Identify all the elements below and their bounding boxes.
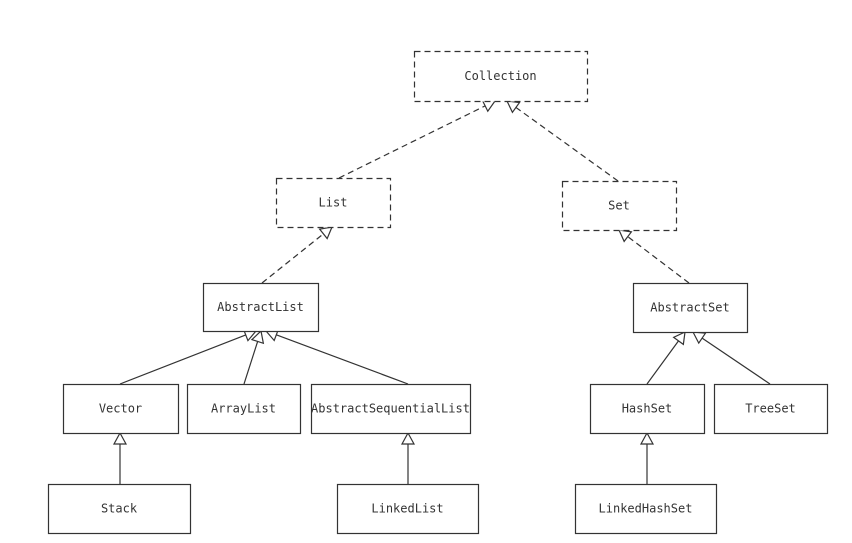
edge-stack-to-vector (112, 431, 128, 484)
edge-list-to-collection (338, 99, 497, 179)
node-linkedlist[interactable]: LinkedList (336, 483, 480, 535)
edge-abstractlist-to-list (261, 226, 333, 284)
node-label: LinkedHashSet (599, 502, 693, 516)
node-label: LinkedList (371, 502, 443, 516)
hollow-triangle-arrowhead-icon (618, 229, 633, 243)
solid-connector-line (276, 334, 409, 385)
edge-treeset-to-abstractset (691, 331, 771, 385)
solid-connector-line (119, 334, 246, 385)
node-arraylist[interactable]: ArrayList (186, 383, 302, 435)
node-hashset[interactable]: HashSet (589, 383, 706, 435)
node-abstractset[interactable]: AbstractSet (632, 282, 749, 334)
node-label: TreeSet (745, 402, 796, 416)
node-label: AbstractSet (650, 301, 729, 315)
node-list[interactable]: List (275, 177, 392, 229)
dashed-connector-line (515, 106, 619, 182)
node-label: List (319, 196, 348, 210)
hollow-triangle-arrowhead-icon (400, 431, 416, 445)
hollow-triangle-arrowhead-icon (672, 330, 686, 346)
class-hierarchy-diagram: Collection List Set AbstractList AbstractSet… (47, 50, 829, 535)
dashed-connector-line (261, 233, 324, 284)
edge-linkedlist-to-abstractsequentiallist (400, 431, 416, 484)
solid-connector-line (701, 337, 771, 385)
node-label: Stack (101, 502, 138, 516)
hollow-triangle-arrowhead-icon (691, 331, 707, 345)
solid-connector-line (243, 341, 259, 385)
node-label: Vector (99, 402, 142, 416)
node-label: Set (608, 199, 630, 213)
node-label: AbstractSequentialList (311, 402, 470, 416)
node-label: AbstractList (217, 300, 304, 314)
node-linkedhashset[interactable]: LinkedHashSet (574, 483, 718, 535)
node-treeset[interactable]: TreeSet (713, 383, 829, 435)
hollow-triangle-arrowhead-icon (112, 431, 128, 445)
node-abstractsequentiallist[interactable]: AbstractSequentialList (310, 383, 472, 435)
edge-abstractsequentiallist-to-abstractlist (264, 328, 409, 385)
solid-connector-line (646, 340, 679, 385)
hollow-triangle-arrowhead-icon (639, 431, 655, 445)
node-set[interactable]: Set (561, 180, 678, 232)
node-collection[interactable]: Collection (413, 50, 589, 103)
hollow-triangle-arrowhead-icon (318, 226, 333, 240)
dashed-connector-line (627, 236, 690, 284)
node-vector[interactable]: Vector (62, 383, 180, 435)
edge-abstractset-to-set (618, 229, 690, 284)
node-label: ArrayList (211, 402, 276, 416)
edge-linkedhashset-to-hashset (639, 431, 655, 484)
edge-vector-to-abstractlist (119, 328, 258, 385)
dashed-connector-line (338, 105, 486, 179)
node-stack[interactable]: Stack (47, 483, 192, 535)
node-label: HashSet (622, 402, 673, 416)
edge-hashset-to-abstractset (646, 330, 686, 385)
node-abstractlist[interactable]: AbstractList (202, 282, 320, 333)
nodes-layer: Collection List Set AbstractList AbstractSet… (47, 50, 829, 535)
edge-set-to-collection (505, 100, 619, 182)
node-label: Collection (464, 69, 536, 83)
hollow-triangle-arrowhead-icon (505, 100, 521, 114)
